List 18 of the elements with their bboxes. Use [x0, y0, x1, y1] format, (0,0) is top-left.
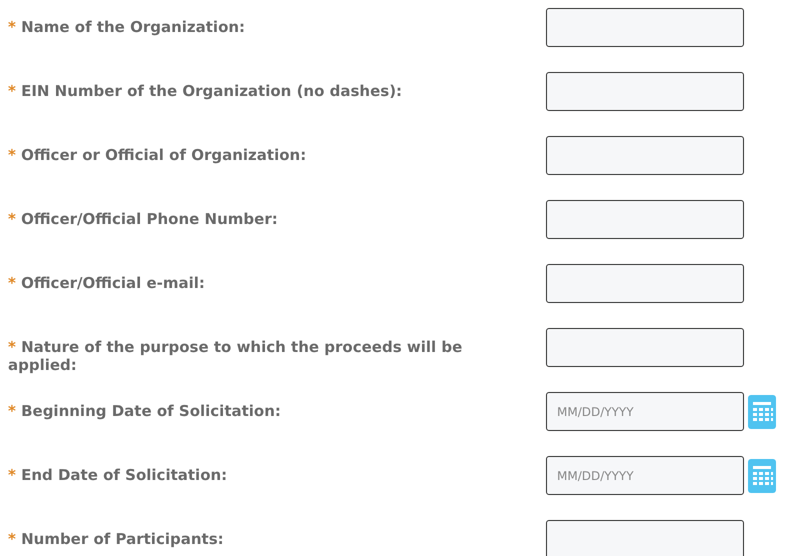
text-field[interactable]: [546, 328, 744, 367]
field-label: * Officer/Official Phone Number:: [8, 210, 279, 228]
date-field[interactable]: MM/DD/YYYY: [546, 392, 744, 431]
field-label: * Beginning Date of Solicitation:: [8, 402, 282, 420]
text-field[interactable]: [546, 136, 744, 175]
text-field[interactable]: [546, 264, 744, 303]
field-label: * Nature of the purpose to which the proceeds will be applied:: [8, 338, 464, 374]
field-label: * EIN Number of the Organization (no dashes):: [8, 82, 404, 100]
field-label: * Officer/Official e-mail:: [8, 274, 206, 292]
text-field[interactable]: [546, 200, 744, 239]
date-field[interactable]: MM/DD/YYYY: [546, 456, 744, 495]
text-field[interactable]: [546, 8, 744, 47]
text-field[interactable]: [546, 520, 744, 556]
field-label: * End Date of Solicitation:: [8, 466, 228, 484]
field-label: * Number of Participants:: [8, 530, 225, 548]
field-label: * Name of the Organization:: [8, 18, 246, 36]
field-label: * Officer or Official of Organization:: [8, 146, 308, 164]
text-field[interactable]: [546, 72, 744, 111]
